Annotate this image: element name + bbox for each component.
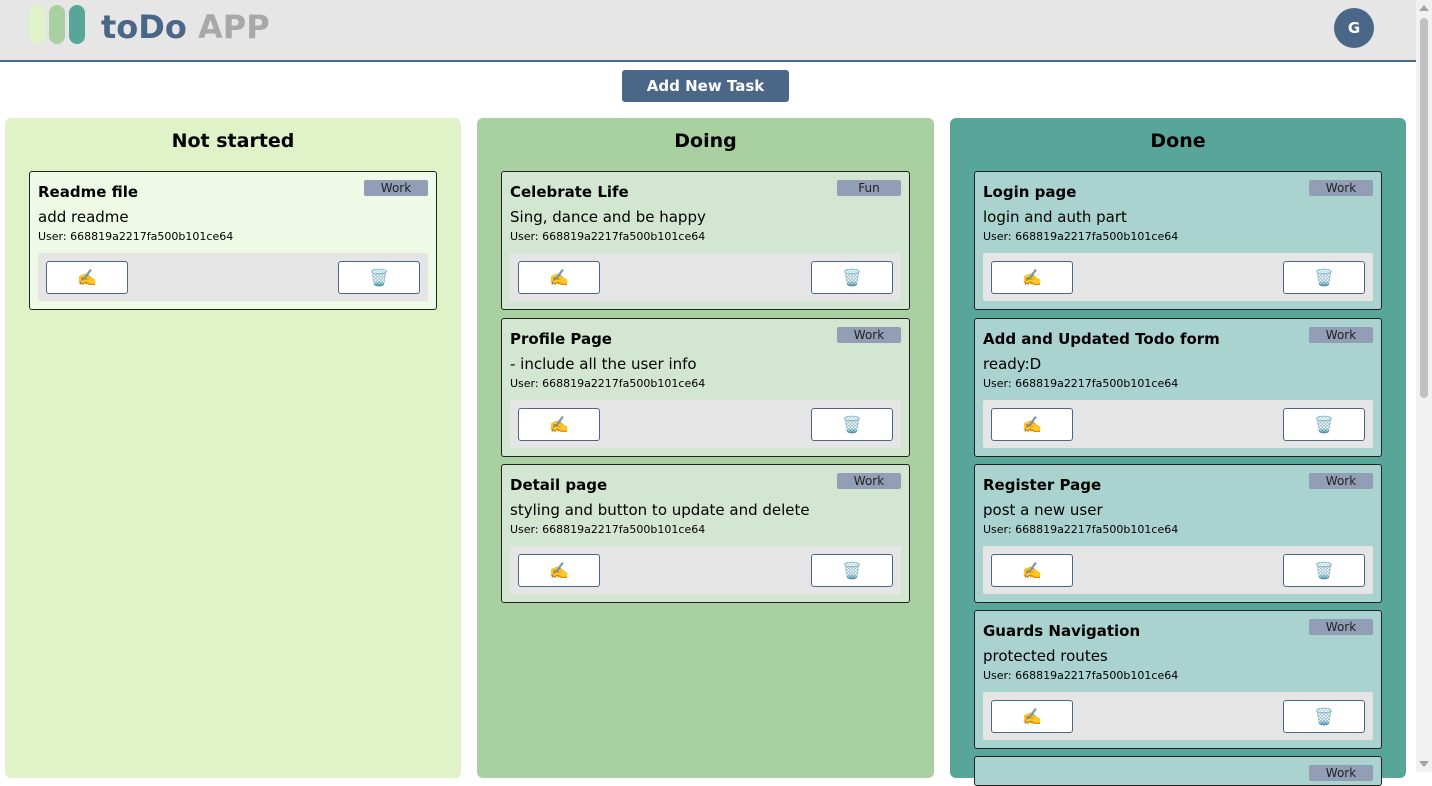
task-tag: Work	[1309, 180, 1373, 196]
app-logo-text: toDo APP	[101, 8, 270, 46]
task-description: - include all the user info	[510, 355, 697, 373]
edit-task-button[interactable]: ✍️	[991, 554, 1073, 587]
delete-task-button[interactable]: 🗑️	[811, 408, 893, 441]
task-card: Login page Work login and auth part User…	[974, 171, 1382, 310]
edit-task-button[interactable]: ✍️	[991, 700, 1073, 733]
task-description: Sing, dance and be happy	[510, 208, 706, 226]
task-title: Detail page	[510, 476, 608, 494]
delete-task-button[interactable]: 🗑️	[1283, 408, 1365, 441]
task-actions: ✍️ 🗑️	[983, 692, 1373, 740]
column-title: Doing	[674, 130, 737, 152]
edit-task-button[interactable]: ✍️	[518, 408, 600, 441]
task-actions: ✍️ 🗑️	[510, 253, 901, 301]
scroll-up-icon[interactable]	[1419, 5, 1429, 11]
task-card: Readme file Work add readme User: 668819…	[29, 171, 437, 310]
user-avatar[interactable]: G	[1334, 8, 1374, 48]
task-tag: Work	[837, 327, 901, 343]
delete-task-button[interactable]: 🗑️	[338, 261, 420, 294]
task-title: Celebrate Life	[510, 183, 629, 201]
task-actions: ✍️ 🗑️	[983, 253, 1373, 301]
task-title: Guards Navigation	[983, 622, 1141, 640]
writing-hand-icon: ✍️	[549, 561, 569, 580]
brand-name: toDo	[101, 8, 187, 46]
trash-icon: 🗑️	[1314, 707, 1334, 726]
delete-task-button[interactable]: 🗑️	[1283, 700, 1365, 733]
task-card: Celebrate Life Fun Sing, dance and be ha…	[501, 171, 910, 310]
trash-icon: 🗑️	[842, 268, 862, 287]
task-title: Register Page	[983, 476, 1102, 494]
task-tag: Fun	[837, 180, 901, 196]
trash-icon: 🗑️	[1314, 415, 1334, 434]
task-user: User: 668819a2217fa500b101ce64	[983, 377, 1179, 390]
writing-hand-icon: ✍️	[1022, 707, 1042, 726]
task-actions: ✍️ 🗑️	[38, 253, 428, 301]
delete-task-button[interactable]: 🗑️	[1283, 261, 1365, 294]
brand-suffix: APP	[197, 8, 270, 46]
writing-hand-icon: ✍️	[1022, 415, 1042, 434]
task-actions: ✍️ 🗑️	[510, 546, 901, 594]
column-title: Done	[1150, 130, 1206, 152]
scroll-down-icon[interactable]	[1419, 761, 1429, 767]
page-scrollbar[interactable]	[1416, 0, 1432, 772]
edit-task-button[interactable]: ✍️	[991, 261, 1073, 294]
task-user: User: 668819a2217fa500b101ce64	[510, 230, 706, 243]
task-description: login and auth part	[983, 208, 1127, 226]
task-card: Work	[974, 756, 1382, 786]
app-header: toDo APP G	[0, 0, 1416, 62]
task-user: User: 668819a2217fa500b101ce64	[38, 230, 234, 243]
task-user: User: 668819a2217fa500b101ce64	[510, 523, 706, 536]
task-card: Guards Navigation Work protected routes …	[974, 610, 1382, 749]
writing-hand-icon: ✍️	[77, 268, 97, 287]
add-new-task-button[interactable]: Add New Task	[622, 70, 789, 102]
edit-task-button[interactable]: ✍️	[991, 408, 1073, 441]
edit-task-button[interactable]: ✍️	[518, 554, 600, 587]
task-title: Profile Page	[510, 330, 612, 348]
task-tag: Work	[1309, 765, 1373, 781]
trash-icon: 🗑️	[842, 561, 862, 580]
task-card: Profile Page Work - include all the user…	[501, 318, 910, 457]
task-user: User: 668819a2217fa500b101ce64	[983, 523, 1179, 536]
writing-hand-icon: ✍️	[1022, 268, 1042, 287]
task-description: post a new user	[983, 501, 1103, 519]
scroll-thumb[interactable]	[1420, 18, 1428, 398]
task-tag: Work	[1309, 473, 1373, 489]
task-description: add readme	[38, 208, 129, 226]
task-description: ready:D	[983, 355, 1042, 373]
trash-icon: 🗑️	[1314, 561, 1334, 580]
task-description: styling and button to update and delete	[510, 501, 810, 519]
trash-icon: 🗑️	[842, 415, 862, 434]
task-tag: Work	[837, 473, 901, 489]
task-actions: ✍️ 🗑️	[983, 546, 1373, 594]
task-user: User: 668819a2217fa500b101ce64	[983, 230, 1179, 243]
edit-task-button[interactable]: ✍️	[46, 261, 128, 294]
task-tag: Work	[1309, 619, 1373, 635]
delete-task-button[interactable]: 🗑️	[1283, 554, 1365, 587]
edit-task-button[interactable]: ✍️	[518, 261, 600, 294]
task-title: Add and Updated Todo form	[983, 330, 1220, 348]
task-description: protected routes	[983, 647, 1108, 665]
writing-hand-icon: ✍️	[549, 415, 569, 434]
column-title: Not started	[171, 130, 295, 152]
writing-hand-icon: ✍️	[549, 268, 569, 287]
trash-icon: 🗑️	[369, 268, 389, 287]
delete-task-button[interactable]: 🗑️	[811, 554, 893, 587]
task-actions: ✍️ 🗑️	[510, 400, 901, 448]
task-tag: Work	[1309, 327, 1373, 343]
task-user: User: 668819a2217fa500b101ce64	[983, 669, 1179, 682]
task-title: Readme file	[38, 183, 139, 201]
task-tag: Work	[364, 180, 428, 196]
task-title: Login page	[983, 183, 1077, 201]
writing-hand-icon: ✍️	[1022, 561, 1042, 580]
task-actions: ✍️ 🗑️	[983, 400, 1373, 448]
task-card: Add and Updated Todo form Work ready:D U…	[974, 318, 1382, 457]
trash-icon: 🗑️	[1314, 268, 1334, 287]
task-card: Detail page Work styling and button to u…	[501, 464, 910, 603]
task-user: User: 668819a2217fa500b101ce64	[510, 377, 706, 390]
delete-task-button[interactable]: 🗑️	[811, 261, 893, 294]
task-card: Register Page Work post a new user User:…	[974, 464, 1382, 603]
